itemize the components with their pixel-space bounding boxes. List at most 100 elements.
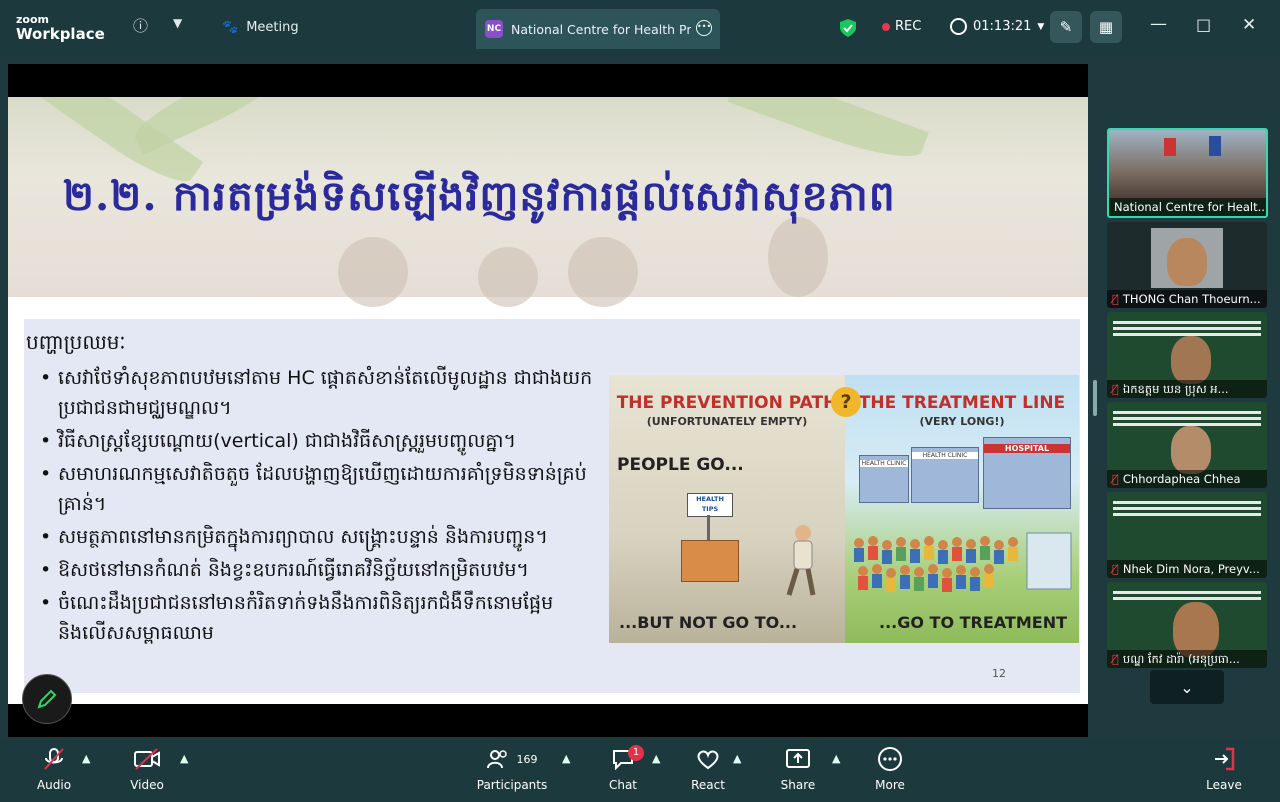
banner-person: [568, 237, 638, 307]
thumbnail-text-line: [1113, 321, 1261, 324]
participant-name: National Centre for Healt...: [1109, 198, 1266, 216]
close-icon[interactable]: ✕: [1242, 15, 1256, 35]
participant-name-text: ឯកឧត្តម ឃន ប្រុស អ...: [1122, 382, 1229, 396]
maximize-icon[interactable]: ☐: [1196, 17, 1211, 37]
leave-button[interactable]: Leave: [1184, 746, 1264, 792]
audio-options-caret[interactable]: ▲: [82, 752, 90, 765]
share-screen-icon: [758, 746, 838, 772]
flag-icon: [1164, 138, 1176, 156]
pencil-icon: [37, 689, 57, 709]
chat-button[interactable]: Chat: [583, 746, 663, 792]
video-button[interactable]: Video: [107, 746, 187, 792]
participant-face: [1171, 336, 1211, 384]
bullet-item: សមាហរណកម្មសេវាតិចតួច ដែលបង្ហាញឱ្យឃើញដោយក…: [38, 459, 608, 519]
rec-dot-icon: [882, 22, 890, 31]
more-icon: [850, 746, 930, 772]
video-tile[interactable]: 🎙̸ បណ្ឌ កែវ ដារ៉ា (អនុប្រធា...: [1107, 582, 1267, 668]
timer-text: 01:13:21: [973, 19, 1032, 34]
shield-icon[interactable]: [840, 19, 856, 37]
participant-name: 🎙̸ Nhek Dim Nora, Preyv...: [1107, 560, 1267, 578]
more-button[interactable]: More: [850, 746, 930, 792]
bullet-item: សមត្ថភាពនៅមានកម្រិតក្នុងការព្យាបាល សង្គ្…: [38, 522, 608, 552]
video-tile[interactable]: 🎙̸ THONG Chan Thoeurn...: [1107, 222, 1267, 308]
clinic-building: HEALTH CLINIC: [859, 455, 909, 503]
top-bar: zoom Workplace ⓘ ▼ 🐾 Meeting NC National…: [0, 0, 1280, 56]
banner-leaf: [727, 97, 929, 170]
annotate-pen-button[interactable]: ✎: [1050, 11, 1082, 43]
audio-label: Audio: [36, 778, 72, 792]
panel-resize-handle[interactable]: [1093, 380, 1097, 416]
prevention-panel: THE PREVENTION PATH (UNFORTUNATELY EMPTY…: [609, 375, 845, 643]
participant-face: [1167, 238, 1207, 286]
gallery-scroll-down-button[interactable]: ⌄: [1150, 670, 1224, 704]
layout-button[interactable]: ▦: [1090, 11, 1122, 43]
room-video: [1109, 130, 1266, 200]
participants-options-caret[interactable]: ▲: [562, 752, 570, 765]
hospital-building: HOSPITAL: [983, 437, 1071, 509]
more-label: More: [875, 778, 905, 792]
patient-queue: [854, 532, 1072, 592]
share-options-caret[interactable]: ▲: [832, 752, 840, 765]
meeting-tab[interactable]: NC National Centre for Health Promo •••: [476, 9, 720, 49]
video-tile[interactable]: 🎙̸ Nhek Dim Nora, Preyv...: [1107, 492, 1267, 578]
leave-icon: [1184, 746, 1264, 772]
shared-slide-thumbnail: [1113, 408, 1261, 428]
video-tile[interactable]: 🎙̸ ឯកឧត្តម ឃន ប្រុស អ...: [1107, 312, 1267, 398]
shared-slide-thumbnail: [1113, 318, 1261, 338]
annotate-floating-button[interactable]: [22, 674, 72, 724]
slide-heading: ២.២. ការតម្រង់ទិសឡើងវិញនូវការផ្តល់សេវាសុ…: [63, 172, 896, 220]
share-button[interactable]: Share: [758, 746, 838, 792]
prevention-title: THE PREVENTION PATH: [616, 393, 838, 413]
problem-label: បញ្ហាប្រឈមៈ: [26, 330, 126, 354]
chat-options-caret[interactable]: ▲: [652, 752, 660, 765]
meeting-label: Meeting: [246, 20, 299, 35]
participant-name: 🎙̸ THONG Chan Thoeurn...: [1107, 290, 1267, 308]
mic-muted-icon: 🎙̸: [1112, 382, 1119, 396]
health-tips-sign: HEALTH TIPS: [687, 493, 733, 517]
thumbnail-text-line: [1113, 591, 1261, 594]
meeting-timer[interactable]: 01:13:21 ▼: [950, 18, 1044, 35]
react-options-caret[interactable]: ▲: [733, 752, 741, 765]
participants-label: Participants: [476, 778, 548, 792]
prevention-caption: PEOPLE GO...: [617, 455, 744, 475]
minimize-icon[interactable]: —: [1150, 14, 1167, 34]
prevention-subtitle: (UNFORTUNATELY EMPTY): [646, 415, 808, 428]
logo-line2: Workplace: [16, 25, 105, 43]
video-tile[interactable]: National Centre for Healt...: [1107, 128, 1268, 218]
sign-post: [707, 515, 710, 540]
treatment-bottom-caption: ...GO TO TREATMENT: [879, 613, 1067, 632]
participant-name: 🎙̸ បណ្ឌ កែវ ដារ៉ា (អនុប្រធា...: [1107, 650, 1267, 668]
banner-person: [338, 237, 408, 307]
mic-muted-icon: 🎙̸: [1112, 292, 1119, 306]
recording-indicator[interactable]: REC: [882, 19, 921, 34]
clinic-sign: HEALTH CLINIC: [860, 460, 908, 467]
pen-icon: ✎: [1059, 18, 1073, 36]
tab-badge: NC: [485, 20, 503, 38]
thumbnail-text-line: [1113, 501, 1261, 504]
mic-muted-icon: 🎙̸: [1112, 472, 1119, 486]
page-number: 12: [992, 667, 1006, 680]
chevron-down-icon[interactable]: ▼: [173, 16, 182, 30]
rec-label: REC: [895, 19, 922, 34]
meeting-button[interactable]: 🐾 Meeting: [222, 20, 299, 35]
shared-slide-thumbnail: [1113, 498, 1261, 518]
info-icon[interactable]: ⓘ: [133, 15, 148, 36]
video-tile[interactable]: 🎙̸ Chhordaphea Chhea: [1107, 402, 1267, 488]
paw-icon: 🐾: [222, 20, 239, 35]
participant-face: [1171, 426, 1211, 474]
bullet-item: វិធីសាស្ត្រខ្សែបណ្តោយ(vertical) ជាជាងវិធ…: [38, 426, 608, 456]
flag-icon: [1209, 136, 1221, 156]
video-off-icon: [107, 746, 187, 772]
more-options-icon[interactable]: •••: [696, 20, 712, 36]
mic-muted-icon: 🎙̸: [1112, 562, 1119, 576]
video-label: Video: [130, 778, 164, 792]
clinic-building: HEALTH CLINIC: [911, 447, 979, 503]
hospital-sign: HOSPITAL: [984, 444, 1070, 453]
treatment-subtitle: (VERY LONG!): [919, 415, 1005, 428]
video-options-caret[interactable]: ▲: [180, 752, 188, 765]
clock-icon: [950, 18, 967, 35]
bullet-item: ឱសថនៅមានកំណត់ និងខ្វះឧបករណ៍ធ្វើរោគវិនិច្…: [38, 555, 608, 585]
participant-name-text: THONG Chan Thoeurn...: [1122, 292, 1261, 306]
clinic-sign: HEALTH CLINIC: [912, 452, 978, 459]
participants-button[interactable]: 169 Participants: [472, 746, 552, 792]
